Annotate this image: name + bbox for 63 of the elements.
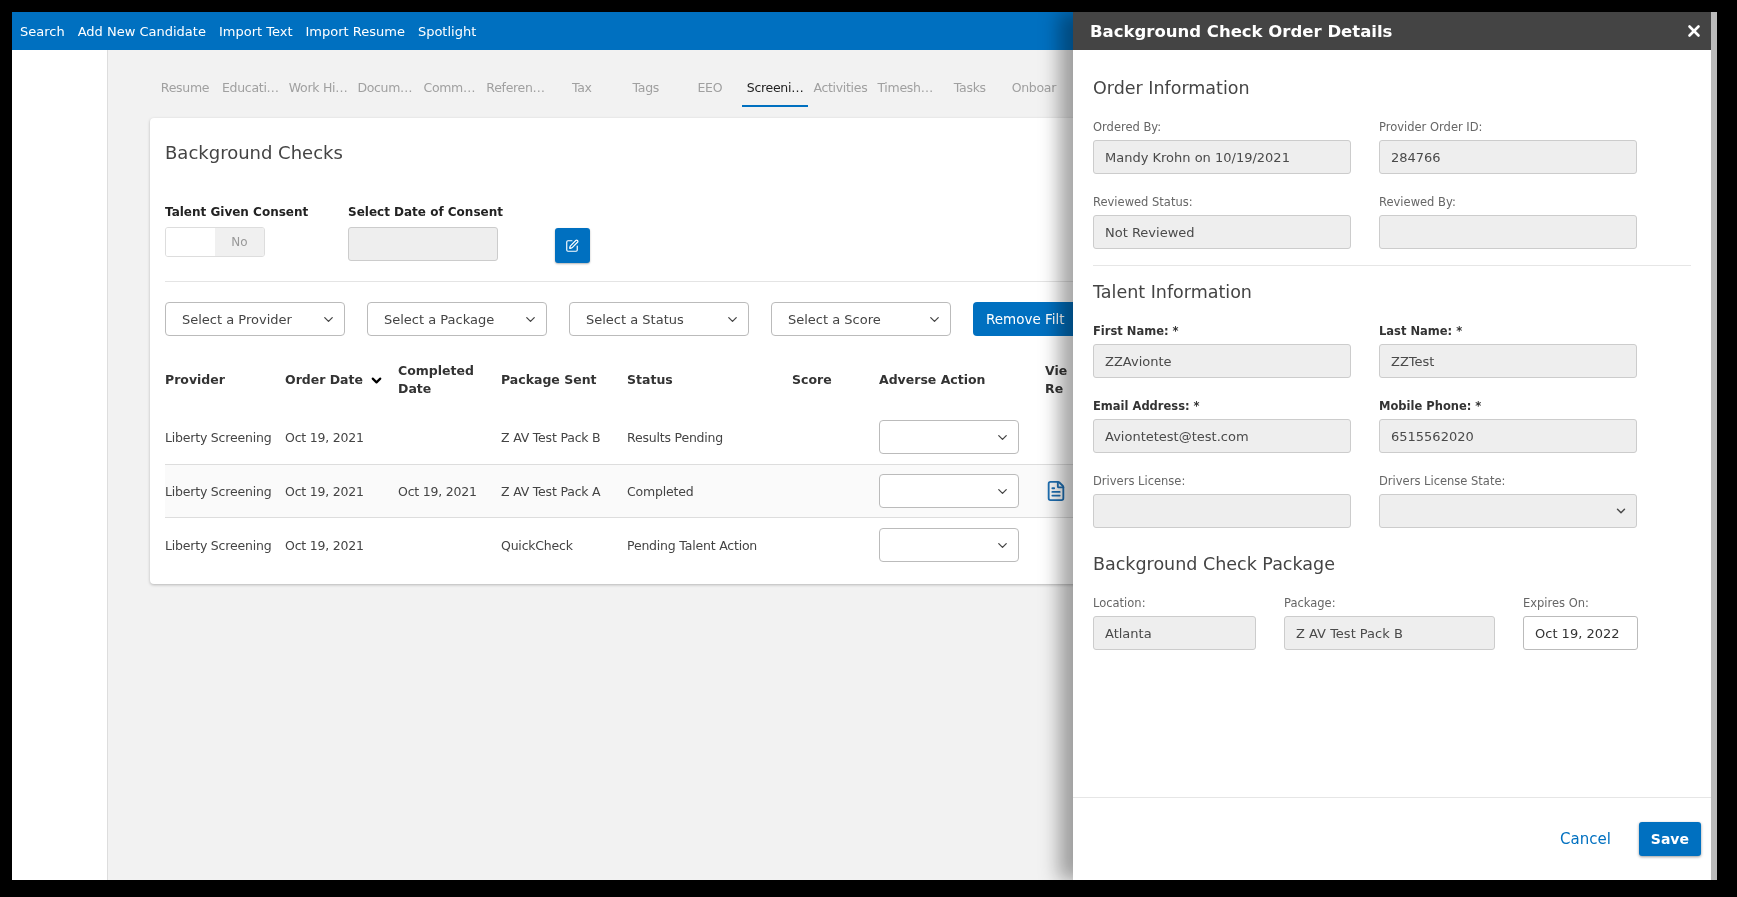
table-cell-text: Z AV Test Pack A bbox=[501, 483, 602, 499]
field-label: Mobile Phone: * bbox=[1379, 399, 1483, 413]
adverse-action-select[interactable] bbox=[879, 474, 1019, 508]
table-cell-text: Liberty Screening bbox=[165, 483, 273, 499]
nav-link[interactable]: Import Resume bbox=[305, 23, 405, 39]
field-label: Location: bbox=[1093, 596, 1147, 610]
table-cell-text: Oct 19, 2021 bbox=[285, 483, 365, 499]
field-label: Expires On: bbox=[1523, 596, 1590, 610]
adverse-action-select[interactable] bbox=[879, 528, 1019, 562]
filter-select[interactable]: Select a Status bbox=[569, 302, 749, 336]
table-cell-text: Oct 19, 2021 bbox=[285, 537, 365, 553]
table-cell-text: Oct 19, 2021 bbox=[398, 483, 478, 499]
field-label: Provider Order ID: bbox=[1379, 120, 1484, 134]
field-label: First Name: * bbox=[1093, 324, 1180, 338]
field-label: Reviewed By: bbox=[1379, 195, 1457, 209]
column-header[interactable]: Provider bbox=[165, 371, 225, 389]
column-header[interactable]: Status bbox=[627, 371, 673, 389]
table-cell-text: Liberty Screening bbox=[165, 429, 273, 445]
column-header[interactable]: Completed Date bbox=[398, 362, 501, 398]
section-title: Order Information bbox=[1093, 78, 1251, 98]
document-icon[interactable] bbox=[1045, 480, 1067, 502]
save-button[interactable]: Save bbox=[1638, 822, 1701, 856]
field-label: Select Date of Consent bbox=[348, 205, 503, 219]
table-cell-text: Oct 19, 2021 bbox=[285, 429, 365, 445]
filter-select[interactable]: Select a Provider bbox=[165, 302, 345, 336]
field-label: Talent Given Consent bbox=[165, 205, 310, 219]
cancel-link[interactable]: Cancel bbox=[1560, 830, 1611, 848]
adverse-action-select[interactable] bbox=[879, 420, 1019, 454]
table-cell-text: Liberty Screening bbox=[165, 537, 273, 553]
close-button[interactable] bbox=[1685, 22, 1703, 40]
column-header[interactable]: Package Sent bbox=[501, 371, 597, 389]
column-header[interactable]: Order Date bbox=[285, 371, 363, 389]
card-title: Background Checks bbox=[165, 142, 344, 163]
column-header[interactable]: Score bbox=[792, 371, 832, 389]
filter-select[interactable]: Select a Score bbox=[771, 302, 951, 336]
field-label: Reviewed Status: bbox=[1093, 195, 1194, 209]
column-header[interactable]: Adverse Action bbox=[879, 371, 986, 389]
edit-icon bbox=[565, 238, 580, 253]
table-cell-text: Z AV Test Pack B bbox=[501, 429, 602, 445]
table-cell-text: QuickCheck bbox=[501, 537, 574, 553]
section-title: Background Check Package bbox=[1093, 554, 1336, 574]
table-cell-text: Pending Talent Action bbox=[627, 537, 759, 553]
section-title: Talent Information bbox=[1093, 282, 1253, 302]
field-label: Package: bbox=[1284, 596, 1337, 610]
field-label: Email Address: * bbox=[1093, 399, 1201, 413]
date-field[interactable] bbox=[348, 227, 498, 261]
table-cell-text: Completed bbox=[627, 483, 695, 499]
field-label: Drivers License State: bbox=[1379, 474, 1507, 488]
field-label: Ordered By: bbox=[1093, 120, 1163, 134]
field-label: Drivers License: bbox=[1093, 474, 1187, 488]
panel-title: Background Check Order Details bbox=[1090, 21, 1393, 41]
edit-button[interactable] bbox=[554, 228, 590, 263]
tab[interactable]: Screeni… bbox=[741, 80, 809, 107]
input-field[interactable]: Oct 19, 2022 bbox=[1523, 616, 1638, 650]
nav-link[interactable]: Search bbox=[20, 23, 65, 39]
filter-select[interactable]: Select a Package bbox=[367, 302, 547, 336]
remove-filters-button[interactable]: Remove Filt bbox=[973, 302, 1073, 336]
nav-link[interactable]: Import Text bbox=[218, 23, 293, 39]
column-header[interactable]: Vie Re bbox=[1045, 362, 1073, 398]
nav-link[interactable]: Spotlight bbox=[417, 23, 477, 39]
nav-link[interactable]: Add New Candidate bbox=[77, 23, 206, 39]
field-label: Last Name: * bbox=[1379, 324, 1464, 338]
table-cell-text: Results Pending bbox=[627, 429, 725, 445]
